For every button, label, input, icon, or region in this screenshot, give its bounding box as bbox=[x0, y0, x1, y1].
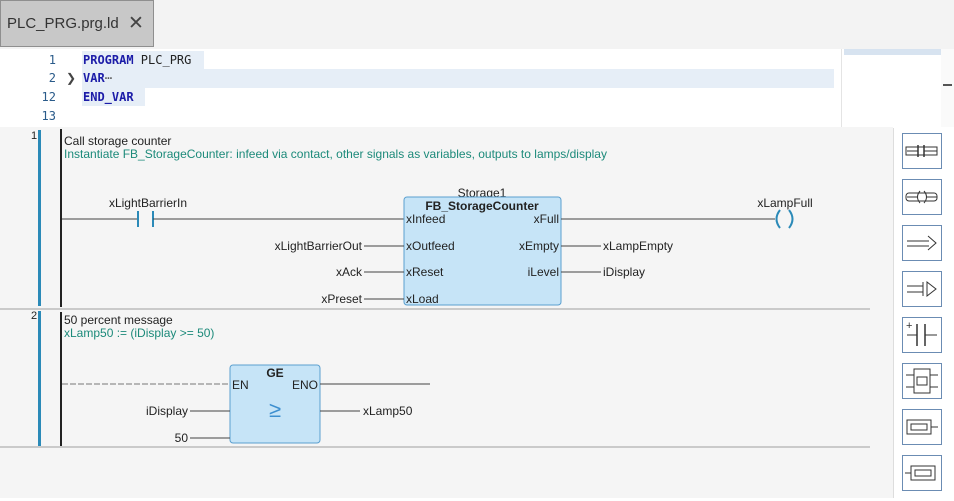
input-variable[interactable]: xLightBarrierOut bbox=[275, 239, 363, 253]
en-pin: EN bbox=[232, 378, 249, 392]
coil-variable[interactable]: xLampFull bbox=[757, 196, 812, 210]
fold-chevron-icon[interactable]: ❯ bbox=[66, 71, 76, 85]
arrow-tool-icon[interactable] bbox=[902, 225, 942, 261]
fb-input-pin: xOutfeed bbox=[406, 239, 455, 253]
declaration-editor[interactable]: 1 2 12 13 ❯ PROGRAM PLC_PRG VAR⋯ END_VAR bbox=[0, 49, 954, 127]
collapsed-ellipsis[interactable]: ⋯ bbox=[105, 71, 112, 85]
fb-input-pin: xReset bbox=[406, 265, 444, 279]
network-title[interactable]: Call storage counter bbox=[64, 134, 171, 148]
code-keyword: VAR bbox=[83, 71, 105, 85]
code-text: PLC_PRG bbox=[133, 53, 192, 67]
network-number: 1 bbox=[31, 130, 37, 142]
ladder-diagram: 1 2 Call storage counter Instantiate FB_… bbox=[0, 127, 870, 448]
network-selection-bar bbox=[38, 130, 41, 306]
input-variable[interactable]: xPreset bbox=[321, 292, 362, 306]
output-variable[interactable]: xLamp50 bbox=[363, 404, 413, 418]
editor-tab-bar: PLC_PRG.prg.ld ✕ bbox=[0, 0, 954, 50]
greater-equal-icon: ≥ bbox=[269, 397, 281, 422]
input-constant[interactable]: 50 bbox=[175, 431, 189, 445]
minimap-viewport[interactable] bbox=[844, 49, 942, 55]
fb-input-pin: xInfeed bbox=[406, 212, 445, 226]
coil-contact-tool-icon[interactable] bbox=[902, 179, 942, 215]
network-comment[interactable]: xLamp50 := (iDisplay >= 50) bbox=[64, 326, 214, 340]
minimap[interactable] bbox=[841, 49, 942, 127]
network-title[interactable]: 50 percent message bbox=[64, 313, 173, 327]
scroll-thumb-mark[interactable] bbox=[943, 84, 952, 86]
network-selection-bar bbox=[38, 311, 41, 446]
fb-input-pin: xLoad bbox=[406, 292, 439, 306]
ladder-editor[interactable]: 1 2 Call storage counter Instantiate FB_… bbox=[0, 127, 893, 498]
input-variable[interactable]: iDisplay bbox=[146, 404, 188, 418]
line-number: 12 bbox=[41, 90, 56, 104]
code-line[interactable]: VAR⋯ bbox=[83, 71, 112, 85]
vertical-scrollbar[interactable] bbox=[941, 49, 954, 127]
svg-text:+: + bbox=[906, 320, 912, 332]
insert-box-tool-icon[interactable] bbox=[902, 363, 942, 399]
line-number: 2 bbox=[48, 71, 56, 85]
contact-tool-icon[interactable] bbox=[902, 133, 942, 169]
eno-pin: ENO bbox=[292, 378, 318, 392]
tab-title: PLC_PRG.prg.ld bbox=[7, 15, 119, 32]
fb-type-name: FB_StorageCounter bbox=[425, 199, 539, 213]
box-tool-icon[interactable] bbox=[902, 409, 942, 445]
network-comment[interactable]: Instantiate FB_StorageCounter: infeed vi… bbox=[64, 147, 607, 161]
line-number: 1 bbox=[48, 53, 56, 67]
line-number: 13 bbox=[41, 109, 56, 123]
editor-tab[interactable]: PLC_PRG.prg.ld ✕ bbox=[0, 0, 154, 47]
fb-output-pin: xEmpty bbox=[519, 239, 559, 253]
jump-tool-icon[interactable] bbox=[902, 271, 942, 307]
code-line[interactable]: PROGRAM PLC_PRG bbox=[83, 53, 191, 67]
close-icon[interactable]: ✕ bbox=[128, 12, 144, 35]
parallel-contact-tool-icon[interactable]: + bbox=[902, 317, 942, 353]
code-keyword: PROGRAM bbox=[83, 53, 134, 67]
contact-variable[interactable]: xLightBarrierIn bbox=[109, 196, 187, 210]
empty-box-tool-icon[interactable] bbox=[902, 455, 942, 491]
fb-output-pin: xFull bbox=[534, 212, 559, 226]
code-line[interactable]: END_VAR bbox=[83, 90, 134, 104]
input-variable[interactable]: xAck bbox=[336, 265, 363, 279]
ld-toolbox: + bbox=[893, 128, 954, 498]
output-variable[interactable]: xLampEmpty bbox=[603, 239, 673, 253]
network-number: 2 bbox=[31, 310, 37, 322]
code-keyword: END_VAR bbox=[83, 90, 134, 104]
fb-output-pin: iLevel bbox=[528, 265, 559, 279]
output-variable[interactable]: iDisplay bbox=[603, 265, 645, 279]
line-highlight bbox=[82, 69, 834, 88]
operator-type: GE bbox=[266, 366, 283, 380]
